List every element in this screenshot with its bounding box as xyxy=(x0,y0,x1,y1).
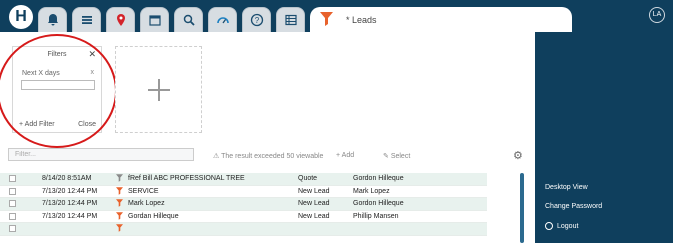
select-icon: ✎ xyxy=(383,153,391,160)
row-name: Gordan Hilleque xyxy=(128,212,179,220)
row-checkbox[interactable] xyxy=(9,212,16,220)
table-row[interactable] xyxy=(0,223,487,236)
app-logo[interactable]: H xyxy=(9,5,33,29)
add-filter-link[interactable]: + Add Filter xyxy=(19,121,55,128)
select-button[interactable]: ✎ Select xyxy=(383,152,410,160)
row-checkbox[interactable] xyxy=(9,175,16,182)
filters-card: Filters ✕ Next X days x + Add Filter Clo… xyxy=(12,46,102,133)
row-date: 7/13/20 12:44 PM xyxy=(42,212,98,220)
tab-calendar[interactable] xyxy=(140,7,169,32)
table-row[interactable]: 8/14/20 8:51AM fRef Bill ABC PROFESSIONA… xyxy=(0,173,487,186)
gauge-icon xyxy=(216,17,229,24)
row-status: New Lead xyxy=(298,212,330,220)
gear-icon[interactable]: ⚙ xyxy=(513,149,523,162)
power-icon xyxy=(545,222,553,230)
tab-help[interactable]: ? xyxy=(242,7,271,32)
remove-filter-icon[interactable]: x xyxy=(91,69,95,76)
add-button[interactable]: + Add xyxy=(336,152,354,159)
user-menu: Desktop View Change Password Logout xyxy=(535,32,673,243)
funnel-icon xyxy=(116,224,123,232)
row-date: 7/13/20 12:44 PM xyxy=(42,187,98,195)
change-password-link[interactable]: Change Password xyxy=(545,203,602,210)
result-message: ⚠ The result exceeded 50 viewable xyxy=(213,153,324,160)
funnel-icon xyxy=(116,186,123,195)
tab-menu[interactable] xyxy=(72,7,101,32)
map-pin-icon xyxy=(116,14,125,26)
svg-text:?: ? xyxy=(254,16,259,25)
menu-icon xyxy=(81,16,92,24)
row-owner: Gordon Hilleque xyxy=(353,200,404,207)
tab-dashboard[interactable] xyxy=(208,7,237,32)
close-filters-link[interactable]: Close xyxy=(78,121,96,128)
filter-field-label: Next X days xyxy=(22,70,60,77)
table-row[interactable]: 7/13/20 12:44 PM SERVICE New Lead Mark L… xyxy=(0,186,487,198)
scrollbar[interactable] xyxy=(520,173,524,243)
leads-panel: Filters ✕ Next X days x + Add Filter Clo… xyxy=(0,32,535,243)
funnel-icon xyxy=(116,174,123,182)
list-toolbar: ⚠ The result exceeded 50 viewable + Add … xyxy=(0,145,535,165)
row-owner: Phillip Mansen xyxy=(353,212,399,220)
warning-icon: ⚠ xyxy=(213,153,222,160)
row-checkbox[interactable] xyxy=(9,225,16,232)
table-row[interactable]: 7/13/20 12:44 PM Gordan Hilleque New Lea… xyxy=(0,211,487,223)
row-status: Quote xyxy=(298,175,318,182)
tab-map[interactable] xyxy=(106,7,135,32)
list-icon xyxy=(284,14,297,26)
row-owner: Mark Lopez xyxy=(353,187,390,195)
funnel-icon xyxy=(116,199,123,207)
calendar-icon xyxy=(148,15,161,26)
top-bar: H ? * Leads LA xyxy=(0,0,673,32)
table-row[interactable]: 7/13/20 12:44 PM Mark Lopez New Lead Gor… xyxy=(0,198,487,211)
tab-leads[interactable]: * Leads xyxy=(310,7,572,32)
close-icon[interactable]: ✕ xyxy=(88,49,96,60)
leads-table: 8/14/20 8:51AM fRef Bill ABC PROFESSIONA… xyxy=(0,173,487,236)
row-name: fRef Bill ABC PROFESSIONAL TREE xyxy=(128,175,245,182)
row-name: Mark Lopez xyxy=(128,200,165,207)
search-icon xyxy=(183,14,195,26)
funnel-icon xyxy=(320,12,333,26)
help-icon: ? xyxy=(250,13,263,27)
row-name: SERVICE xyxy=(128,187,159,195)
bell-icon xyxy=(47,14,58,26)
next-x-days-input[interactable] xyxy=(21,80,95,90)
tab-list[interactable] xyxy=(276,7,305,32)
logout-link[interactable]: Logout xyxy=(545,222,578,230)
row-date: 8/14/20 8:51AM xyxy=(42,175,92,182)
tab-search[interactable] xyxy=(174,7,203,32)
row-status: New Lead xyxy=(298,187,330,195)
add-card-button[interactable] xyxy=(115,46,202,133)
plus-icon xyxy=(147,78,170,101)
row-status: New Lead xyxy=(298,200,330,207)
desktop-view-link[interactable]: Desktop View xyxy=(545,184,588,191)
row-checkbox[interactable] xyxy=(9,187,16,195)
user-avatar[interactable]: LA xyxy=(649,7,665,23)
tab-leads-label: * Leads xyxy=(346,14,377,25)
funnel-icon xyxy=(116,211,123,220)
row-checkbox[interactable] xyxy=(9,200,16,207)
tab-notifications[interactable] xyxy=(38,7,67,32)
row-owner: Gordon Hilleque xyxy=(353,175,404,182)
row-date: 7/13/20 12:44 PM xyxy=(42,200,98,207)
filter-input[interactable] xyxy=(8,148,194,161)
